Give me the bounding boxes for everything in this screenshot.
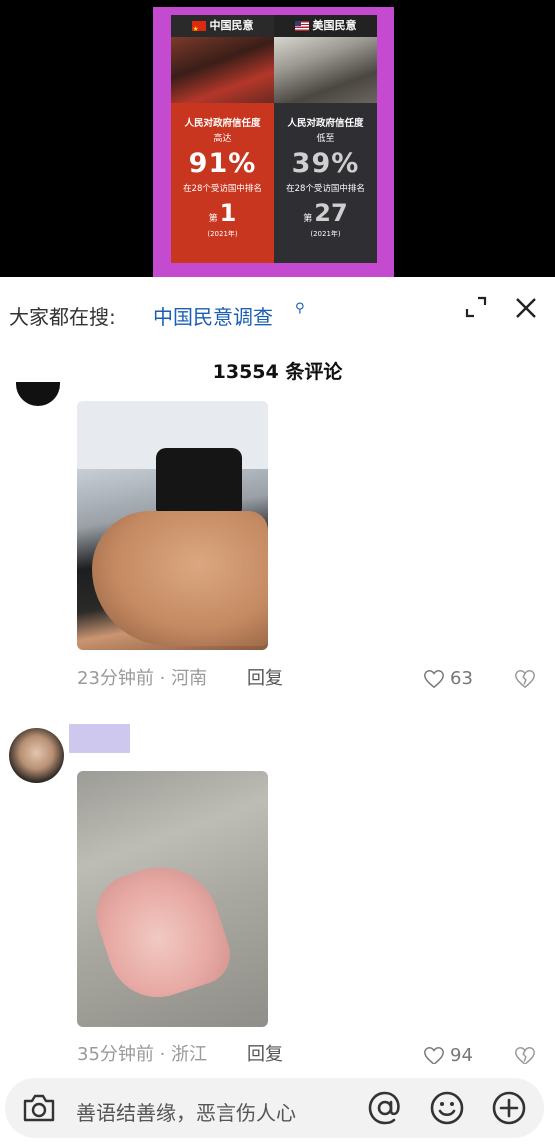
poster-right-rank-prefix: 第 [303,214,313,224]
reply-button[interactable]: 回复 [247,664,283,690]
poster-right-line2: 低至 [316,134,335,144]
search-prefix-label: 大家都在搜: [9,305,116,329]
comment-input-placeholder[interactable]: 善语结善缘，恶言伤人心 [76,1097,296,1126]
avatar[interactable] [9,728,64,783]
comment-meta: 35分钟前 · 浙江 [77,1044,208,1065]
comment-image[interactable] [77,771,268,1027]
china-flag-icon [191,18,206,40]
comment-image[interactable] [77,401,268,650]
add-icon[interactable] [490,1089,528,1127]
heart-icon[interactable] [423,668,445,690]
crowd-photo [171,37,274,103]
mention-icon[interactable] [366,1089,404,1127]
poster-left-line2: 高达 [213,134,232,144]
close-icon[interactable] [514,296,538,320]
collapse-icon[interactable] [465,296,487,318]
emoji-icon[interactable] [428,1089,466,1127]
broken-heart-icon[interactable] [514,668,536,690]
search-icon[interactable]: ⚲ [295,301,305,316]
poster-left-header: 中国民意 [209,19,254,32]
like-count: 63 [450,668,473,689]
avatar[interactable] [16,382,60,406]
camera-icon[interactable] [21,1091,57,1125]
comment-meta: 23分钟前 · 河南 [77,668,208,689]
us-flag-icon [294,21,309,31]
poster-left-note: 在28个受访国中排名 [183,184,262,194]
poster-left-line1: 人民对政府信任度 [184,118,261,129]
poster-right-year: (2021年) [310,230,341,238]
poster-panel-usa: 美国民意 人民对政府信任度 低至 39% 在28个受访国中排名 第27 (202… [274,15,377,263]
poster-panel-china: 中国民意 人民对政府信任度 高达 91% 在28个受访国中排名 第1 (2021… [171,15,274,263]
poster-right-note: 在28个受访国中排名 [286,184,365,194]
poster-left-rank-prefix: 第 [208,214,218,224]
poster-left-rank: 1 [219,199,237,227]
comment-count-title: 13554 条评论 [212,361,343,383]
poster-right-percentage: 39% [291,148,360,179]
poster-left-year: (2021年) [207,230,238,238]
comment-input-bar: 善语结善缘，恶言伤人心 [0,1064,555,1148]
poster-left-percentage: 91% [188,148,257,179]
video-player[interactable]: 中国民意 人民对政府信任度 高达 91% 在28个受访国中排名 第1 (2021… [0,0,555,277]
poster-image: 中国民意 人民对政府信任度 高达 91% 在28个受访国中排名 第1 (2021… [153,7,394,277]
search-suggestion-link[interactable]: 中国民意调查 [153,301,273,330]
poster-right-rank: 27 [314,199,348,227]
username-redacted[interactable] [69,724,130,753]
poster-right-header: 美国民意 [312,19,357,32]
reply-button[interactable]: 回复 [247,1040,283,1066]
capitol-photo [274,37,377,103]
poster-right-line1: 人民对政府信任度 [287,118,364,129]
like-count: 94 [450,1045,473,1066]
